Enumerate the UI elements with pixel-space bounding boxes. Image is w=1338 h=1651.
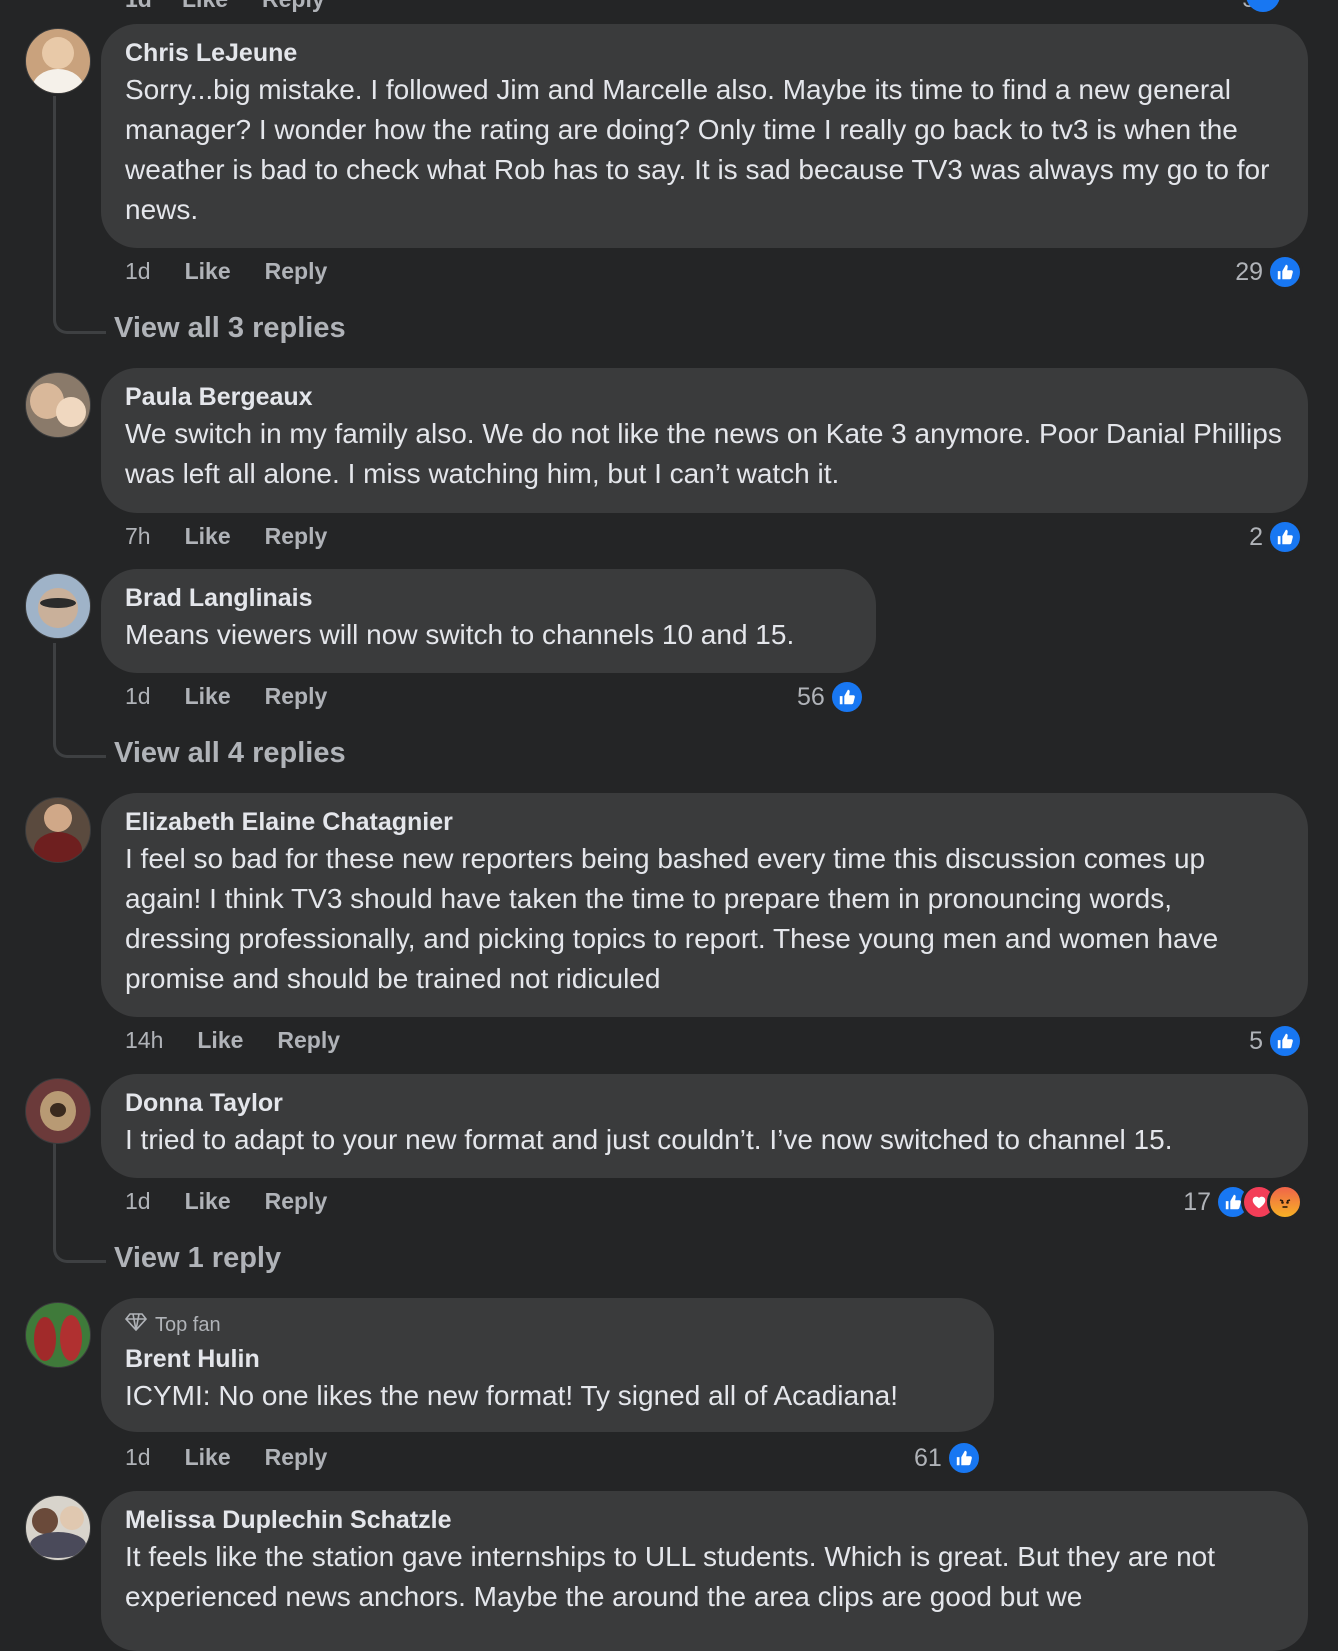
- thread-line: [53, 1142, 106, 1263]
- like-button[interactable]: Like: [185, 683, 231, 710]
- comment-actions: 14h Like Reply: [125, 1027, 340, 1054]
- diamond-icon: [124, 1312, 148, 1338]
- comment-text: ICYMI: No one likes the new format! Ty s…: [125, 1380, 898, 1411]
- comment-actions: 7h Like Reply: [125, 523, 327, 550]
- thumbs-up-icon: [945, 1440, 982, 1476]
- comment-time[interactable]: 14h: [125, 1027, 163, 1054]
- like-button[interactable]: Like: [185, 1188, 231, 1215]
- reactions[interactable]: 29: [1235, 254, 1303, 290]
- comment-author[interactable]: Donna Taylor: [125, 1088, 1284, 1118]
- avatar[interactable]: [25, 1495, 91, 1561]
- like-button[interactable]: Like: [185, 523, 231, 550]
- comment-actions: 1d Like Reply: [125, 1188, 327, 1215]
- top-fan-badge: Top fan: [124, 1312, 970, 1338]
- comment-bubble: Paula Bergeaux We switch in my family al…: [101, 368, 1308, 513]
- comment-time[interactable]: 1d: [125, 1444, 151, 1471]
- reactions[interactable]: 56: [797, 679, 865, 715]
- reactions[interactable]: 61: [914, 1440, 982, 1476]
- comment-author[interactable]: Elizabeth Elaine Chatagnier: [125, 807, 1284, 837]
- badge-label: Top fan: [155, 1314, 221, 1336]
- reply-button[interactable]: Reply: [265, 258, 328, 285]
- thread-line: [53, 643, 106, 758]
- comment-text: I tried to adapt to your new format and …: [125, 1124, 1173, 1155]
- comment-time[interactable]: 7h: [125, 523, 151, 550]
- comment-author[interactable]: Melissa Duplechin Schatzle: [125, 1505, 1284, 1535]
- previous-comment-footer: 1d Like Reply 36: [0, 0, 1338, 14]
- avatar[interactable]: [25, 28, 91, 94]
- reaction-count: 5: [1249, 1026, 1263, 1055]
- comment-bubble: Brad Langlinais Means viewers will now s…: [101, 569, 876, 673]
- comment-author[interactable]: Brent Hulin: [125, 1344, 970, 1374]
- reaction-count: 2: [1249, 522, 1263, 551]
- comment-bubble: Donna Taylor I tried to adapt to your ne…: [101, 1074, 1308, 1178]
- comment-text: Sorry...big mistake. I followed Jim and …: [125, 74, 1270, 225]
- comment-text: Means viewers will now switch to channel…: [125, 619, 795, 650]
- reactions[interactable]: 2: [1249, 519, 1303, 555]
- reaction-count: 29: [1235, 257, 1263, 286]
- reply-button[interactable]: Reply: [265, 1444, 328, 1471]
- thumbs-up-icon: [1267, 519, 1303, 555]
- view-replies-link[interactable]: View 1 reply: [114, 1242, 281, 1275]
- avatar[interactable]: [25, 573, 91, 639]
- comment-bubble: Top fan Brent Hulin ICYMI: No one likes …: [101, 1298, 994, 1432]
- avatar[interactable]: [25, 797, 91, 863]
- comment-author[interactable]: Paula Bergeaux: [125, 382, 1284, 412]
- comment-actions: 1d Like Reply: [125, 683, 327, 710]
- previous-time: 1d: [125, 0, 152, 13]
- comment-time[interactable]: 1d: [125, 683, 151, 710]
- avatar[interactable]: [25, 1078, 91, 1144]
- view-replies-link[interactable]: View all 4 replies: [114, 737, 346, 770]
- comment-bubble: Chris LeJeune Sorry...big mistake. I fol…: [101, 24, 1308, 248]
- reaction-count: 56: [797, 682, 825, 711]
- reaction-count: 61: [914, 1443, 942, 1472]
- angry-face-icon: [1267, 1184, 1303, 1220]
- thumbs-up-icon: [1267, 1023, 1303, 1059]
- reply-button[interactable]: Reply: [265, 1188, 328, 1215]
- comment-actions: 1d Like Reply: [125, 258, 327, 285]
- like-button[interactable]: Like: [185, 258, 231, 285]
- thread-line: [53, 96, 106, 334]
- comment-actions: 1d Like Reply: [125, 1444, 327, 1471]
- thumbs-up-icon: [828, 679, 865, 715]
- reply-button[interactable]: Reply: [265, 683, 328, 710]
- comment-time[interactable]: 1d: [125, 258, 151, 285]
- reply-button[interactable]: Reply: [265, 523, 328, 550]
- avatar[interactable]: [25, 1302, 91, 1368]
- comment-text: It feels like the station gave internshi…: [125, 1541, 1215, 1612]
- comment-author[interactable]: Chris LeJeune: [125, 38, 1284, 68]
- reactions[interactable]: 5: [1249, 1023, 1303, 1059]
- comment-bubble: Melissa Duplechin Schatzle It feels like…: [101, 1491, 1308, 1651]
- comment-author[interactable]: Brad Langlinais: [125, 583, 852, 613]
- reactions[interactable]: 17: [1183, 1184, 1303, 1220]
- like-button[interactable]: Like: [197, 1027, 243, 1054]
- reply-button[interactable]: Reply: [277, 1027, 340, 1054]
- like-button[interactable]: Like: [185, 1444, 231, 1471]
- reaction-count: 17: [1183, 1187, 1211, 1216]
- comment-time[interactable]: 1d: [125, 1188, 151, 1215]
- thumbs-up-icon: [1267, 254, 1303, 290]
- comment-text: I feel so bad for these new reporters be…: [125, 843, 1219, 994]
- view-replies-link[interactable]: View all 3 replies: [114, 312, 346, 345]
- previous-reply-button[interactable]: Reply: [262, 0, 325, 13]
- comment-text: We switch in my family also. We do not l…: [125, 418, 1282, 489]
- previous-like-button[interactable]: Like: [182, 0, 228, 13]
- avatar[interactable]: [25, 372, 91, 438]
- comment-bubble: Elizabeth Elaine Chatagnier I feel so ba…: [101, 793, 1308, 1017]
